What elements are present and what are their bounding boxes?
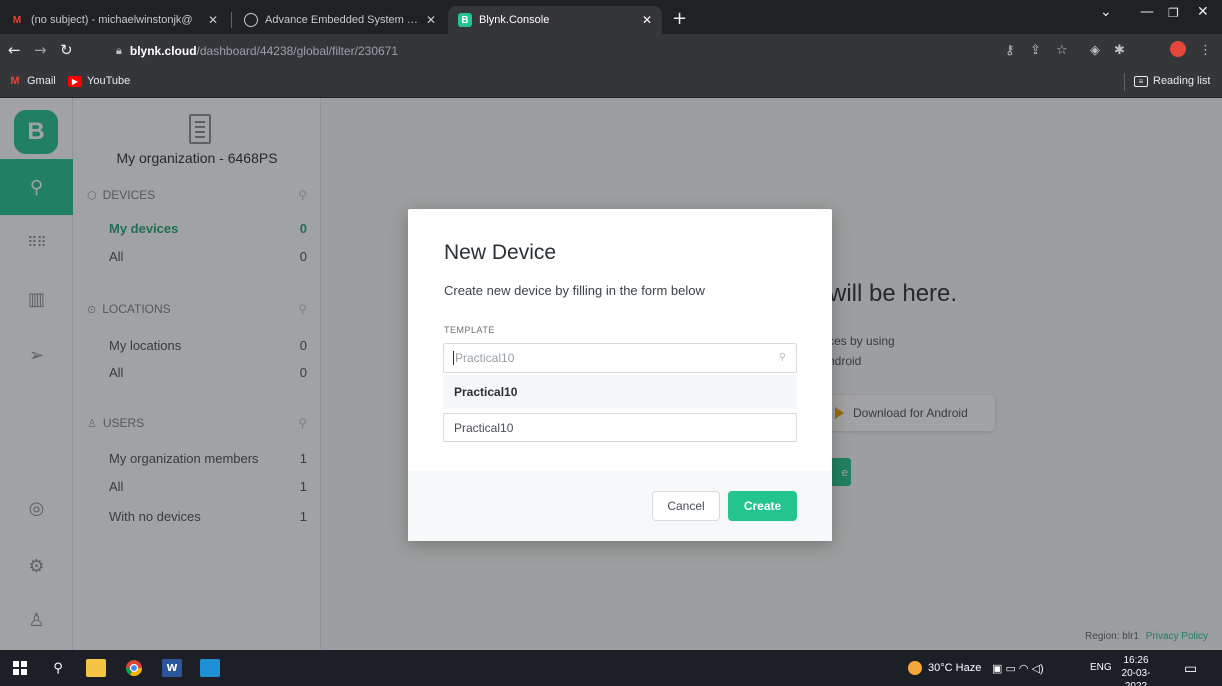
clock[interactable]: 16:26 20-03-2022: [1116, 654, 1156, 686]
forward-icon[interactable]: →: [34, 41, 47, 59]
device-name-input[interactable]: Practical10: [443, 413, 797, 442]
tab-embedded-system[interactable]: Advance Embedded System Prac ✕: [234, 6, 446, 34]
gmail-icon: M: [12, 14, 22, 26]
reload-icon[interactable]: ↻: [60, 41, 73, 59]
text-cursor: [453, 351, 454, 365]
tray-icons[interactable]: ▣ ▭ ◠ ◁): [992, 662, 1044, 675]
search-icon: ⚲: [778, 352, 786, 363]
browser-toolbar: ← → ↻ 🔒︎ blynk.cloud /dashboard/44238/gl…: [0, 34, 1222, 68]
weather-icon: [908, 661, 922, 675]
tab-gmail[interactable]: M (no subject) - michaelwinstonjk@ ✕: [0, 6, 228, 34]
address-bar[interactable]: 🔒︎ blynk.cloud /dashboard/44238/global/f…: [88, 39, 1088, 63]
notification-icon[interactable]: ▭: [1184, 660, 1197, 677]
profile-avatar-icon[interactable]: [1170, 41, 1186, 57]
share-icon[interactable]: ⇪: [1030, 43, 1041, 58]
menu-icon[interactable]: ⋮: [1199, 43, 1212, 58]
back-icon[interactable]: ←: [8, 41, 21, 59]
gmail-icon: M: [10, 75, 20, 87]
bookmark-label: YouTube: [87, 75, 131, 87]
reading-list-icon: ≡: [1134, 75, 1148, 87]
lock-icon: 🔒︎: [116, 44, 122, 57]
restore-icon[interactable]: ❐: [1168, 6, 1179, 20]
close-icon[interactable]: ✕: [642, 13, 652, 27]
dialog-subtitle: Create new device by filling in the form…: [444, 283, 705, 298]
globe-icon: [244, 13, 258, 27]
weather-text[interactable]: 30°C Haze: [928, 662, 981, 674]
tab-label: Blynk.Console: [479, 14, 550, 26]
template-label: TEMPLATE: [444, 325, 495, 335]
language-indicator[interactable]: ENG: [1090, 662, 1112, 673]
window-close-icon[interactable]: ✕: [1197, 4, 1209, 20]
bookmark-gmail[interactable]: M Gmail: [8, 75, 56, 87]
minimize-icon[interactable]: —: [1140, 4, 1154, 20]
extension-icon[interactable]: ◈: [1090, 43, 1100, 58]
tab-separator: [231, 12, 232, 28]
close-icon[interactable]: ✕: [426, 13, 436, 27]
reading-list-label: Reading list: [1153, 75, 1211, 87]
browser-tab-strip: M (no subject) - michaelwinstonjk@ ✕ Adv…: [0, 0, 1222, 34]
bookmark-separator: [1124, 73, 1125, 91]
bookmark-youtube[interactable]: ▶ YouTube: [68, 75, 130, 87]
puzzle-icon[interactable]: ✱: [1114, 43, 1125, 58]
dialog-title: New Device: [444, 241, 557, 264]
new-device-dialog: New Device Create new device by filling …: [408, 209, 832, 541]
bookmarks-bar: M Gmail ▶ YouTube ≡ Reading list: [0, 68, 1222, 98]
screen: M (no subject) - michaelwinstonjk@ ✕ Adv…: [0, 0, 1222, 686]
search-icon[interactable]: ⚲: [48, 659, 68, 677]
file-explorer-icon[interactable]: [86, 659, 106, 677]
cancel-button[interactable]: Cancel: [652, 491, 720, 521]
url-host: blynk.cloud: [129, 44, 197, 58]
photos-icon[interactable]: [200, 659, 220, 677]
close-icon[interactable]: ✕: [208, 13, 218, 27]
clock-date: 20-03-2022: [1121, 668, 1151, 686]
youtube-icon: ▶: [68, 75, 82, 87]
star-icon[interactable]: ☆: [1056, 43, 1068, 58]
clock-time: 16:26: [1123, 655, 1149, 666]
word-icon[interactable]: W: [162, 659, 182, 677]
chrome-icon[interactable]: [124, 659, 144, 677]
blynk-icon: B: [458, 13, 472, 27]
bookmark-label: Gmail: [27, 75, 56, 87]
tab-blynk-console[interactable]: B Blynk.Console ✕: [448, 6, 662, 34]
key-icon[interactable]: ⚷: [1005, 43, 1015, 58]
input-placeholder: Practical10: [455, 351, 515, 365]
new-tab-button[interactable]: +: [672, 8, 687, 29]
create-button[interactable]: Create: [728, 491, 797, 521]
reading-list[interactable]: ≡ Reading list: [1134, 75, 1210, 87]
tab-search-icon[interactable]: ⌄: [1100, 4, 1112, 20]
tab-label: Advance Embedded System Prac: [265, 14, 420, 26]
tab-label: (no subject) - michaelwinstonjk@: [31, 14, 193, 26]
template-search-input[interactable]: Practical10 ⚲: [443, 343, 797, 373]
url-path: /dashboard/44238/global/filter/230671: [196, 44, 399, 58]
windows-taskbar: ⚲ W 30°C Haze ▣ ▭ ◠ ◁) ENG 16:26 20-03-2…: [0, 650, 1222, 686]
template-option[interactable]: Practical10: [443, 375, 797, 409]
windows-start-icon[interactable]: [10, 659, 30, 677]
